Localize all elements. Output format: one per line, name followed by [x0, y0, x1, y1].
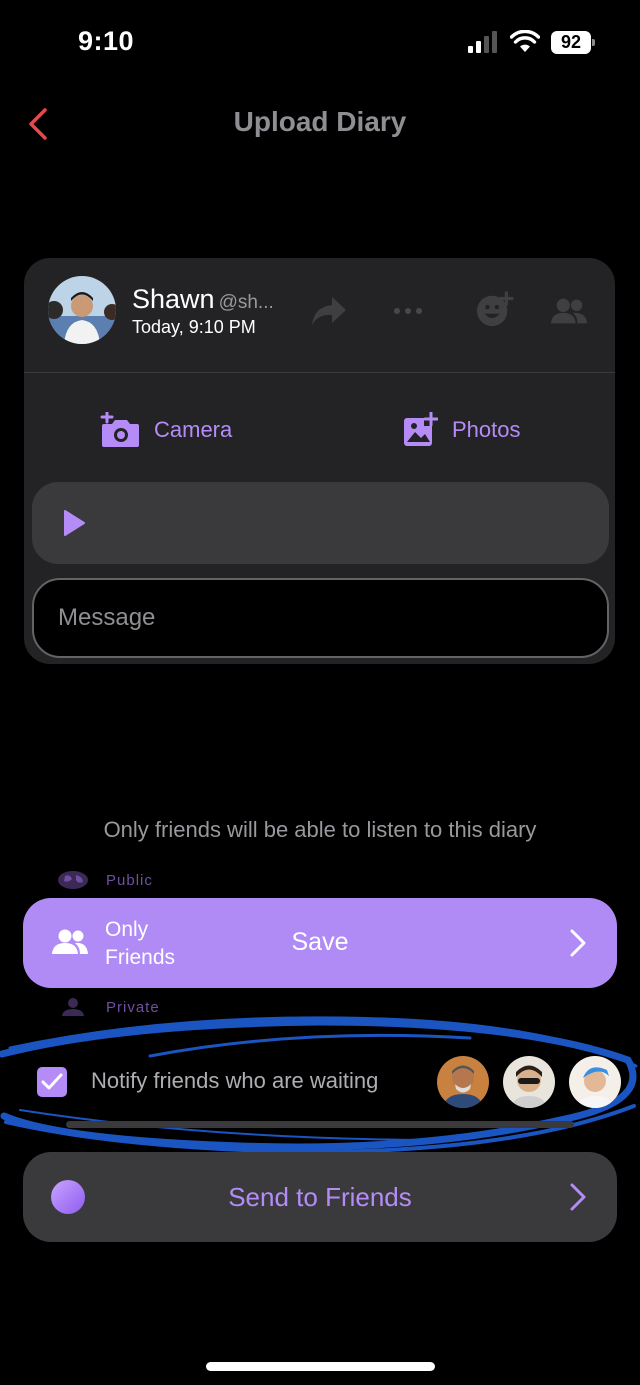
privacy-option-public-label: Public	[106, 871, 153, 889]
status-time: 9:10	[78, 26, 135, 56]
privacy-option-private[interactable]: Private	[56, 997, 160, 1017]
battery-icon: 92	[551, 31, 595, 54]
add-camera-icon	[100, 412, 139, 447]
user-name-row: Shawn @sh...	[132, 284, 274, 315]
diary-card: Shawn @sh... Today, 9:10 PM Camera Photo…	[24, 258, 615, 664]
notify-label: Notify friends who are waiting	[91, 1068, 379, 1093]
signal-icon	[468, 31, 497, 53]
privacy-save-bar[interactable]: Only Friends Save	[23, 898, 617, 988]
play-icon[interactable]	[62, 509, 86, 537]
person-icon	[62, 998, 84, 1016]
progress-track	[66, 1121, 574, 1128]
photos-label: Photos	[452, 417, 521, 442]
friend-avatar[interactable]	[503, 1056, 555, 1108]
share-icon	[312, 297, 346, 325]
chevron-right-icon	[570, 929, 586, 957]
share-button[interactable]	[310, 292, 348, 330]
page-title: Upload Diary	[233, 106, 407, 137]
globe-icon	[58, 871, 88, 889]
photos-button[interactable]: Photos	[402, 410, 521, 450]
privacy-option-private-label: Private	[106, 998, 160, 1016]
message-input[interactable]	[34, 580, 607, 656]
privacy-option-public[interactable]: Public	[56, 870, 153, 890]
more-button[interactable]	[389, 292, 427, 330]
voice-player[interactable]	[32, 482, 609, 564]
battery-level: 92	[551, 31, 591, 54]
send-to-friends-button[interactable]: Send to Friends	[23, 1152, 617, 1242]
add-photo-icon	[404, 412, 438, 446]
send-to-friends-label: Send to Friends	[228, 1182, 412, 1212]
wifi-icon	[510, 30, 540, 52]
friend-avatar[interactable]	[569, 1056, 621, 1108]
save-button-label: Save	[291, 928, 349, 956]
camera-label: Camera	[154, 417, 233, 442]
user-avatar[interactable]	[48, 276, 116, 344]
card-divider	[24, 372, 615, 373]
friends-button[interactable]	[550, 292, 588, 330]
chevron-right-icon	[570, 1183, 586, 1211]
add-emoji-button[interactable]	[476, 290, 514, 328]
add-emoji-icon	[476, 291, 514, 327]
privacy-note: Only friends will be able to listen to t…	[103, 817, 537, 842]
home-indicator[interactable]	[206, 1362, 435, 1371]
friends-icon	[550, 298, 588, 324]
user-handle: @sh...	[218, 292, 274, 313]
notify-checkbox[interactable]	[37, 1067, 67, 1097]
user-name: Shawn	[132, 284, 215, 314]
more-icon	[394, 308, 422, 314]
post-time: Today, 9:10 PM	[132, 317, 256, 337]
status-bar: 9:10 92	[0, 0, 640, 86]
battery-tip	[592, 39, 595, 46]
checkmark-icon	[41, 1073, 63, 1090]
friend-avatar[interactable]	[437, 1056, 489, 1108]
camera-button[interactable]: Camera	[100, 410, 232, 450]
message-field[interactable]	[32, 578, 609, 658]
